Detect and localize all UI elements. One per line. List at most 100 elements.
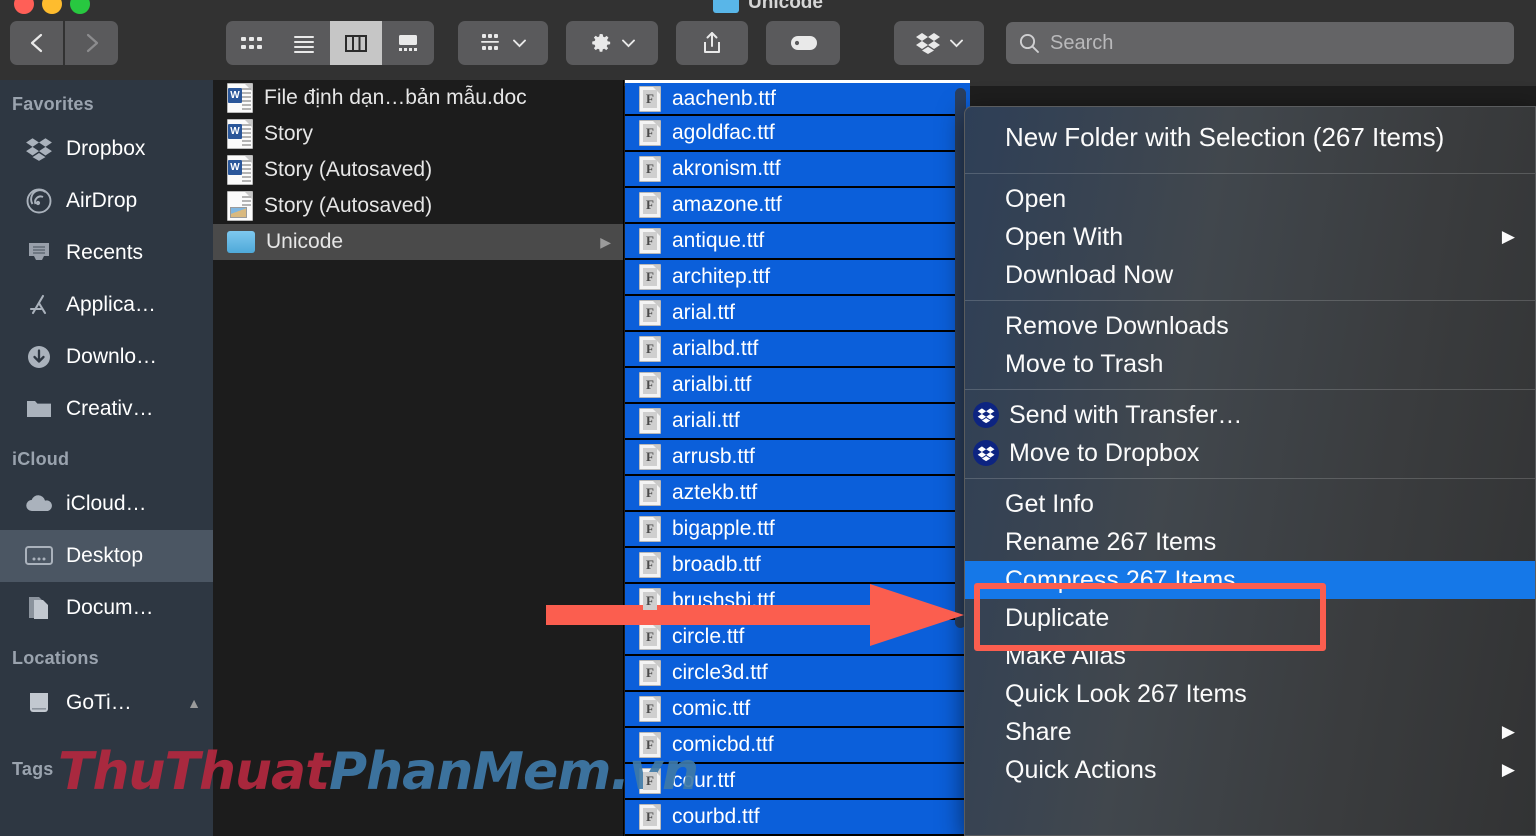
sidebar: Favorites Dropbox AirDrop Recents Applic… [0,80,213,836]
menu-item-move-to-dropbox[interactable]: Move to Dropbox [965,434,1535,472]
list-item[interactable]: Farrusb.ttf [625,440,970,476]
sidebar-item-icloud-drive[interactable]: iCloud… [0,478,213,530]
sidebar-item-dropbox[interactable]: Dropbox [0,123,213,175]
list-item[interactable]: Fbigapple.ttf [625,512,970,548]
folder-icon [713,0,740,13]
list-item[interactable]: Story (Autosaved) [213,188,623,224]
list-item[interactable]: W Story (Autosaved) [213,152,623,188]
watermark-part1: ThuThuat [58,742,330,802]
font-file-icon: F [639,372,661,398]
chevron-down-icon [513,39,526,47]
search-field[interactable]: Search [1006,22,1514,64]
list-item[interactable]: Fantique.ttf [625,224,970,260]
window-titlebar: Unicode Search [0,0,1536,86]
dropbox-icon [916,33,940,54]
submenu-arrow-icon: ▶ [1501,722,1515,741]
menu-item-label: Quick Actions [1005,755,1157,784]
forward-button[interactable] [65,21,118,65]
menu-item-label: Get Info [1005,489,1094,518]
list-item[interactable]: Fagoldfac.ttf [625,116,970,152]
list-item[interactable]: Fcircle3d.ttf [625,656,970,692]
list-icon [294,36,314,53]
font-file-icon: F [639,300,661,326]
sidebar-section-icloud: iCloud [12,449,70,469]
menu-item-get-info[interactable]: Get Info [965,485,1535,523]
font-file-icon: F [639,408,661,434]
list-item[interactable]: Fcourbd.ttf [625,800,970,836]
share-button[interactable] [676,21,748,65]
eject-icon[interactable]: ▲ [187,695,201,711]
font-file-icon: F [639,552,661,578]
list-item[interactable]: Faztekb.ttf [625,476,970,512]
menu-item-send-with-transfer[interactable]: Send with Transfer… [965,396,1535,434]
airdrop-icon [24,186,54,216]
list-item[interactable]: Fcomic.ttf [625,692,970,728]
list-item-unicode-folder[interactable]: Unicode ▶ [213,224,623,260]
list-item[interactable]: Famazone.ttf [625,188,970,224]
file-name: broadb.ttf [672,553,761,576]
list-item[interactable]: W Story [213,116,623,152]
menu-item-open[interactable]: Open [965,180,1535,218]
font-file-icon: F [639,444,661,470]
menu-item-label: New Folder with Selection (267 Items) [1005,121,1445,152]
documents-icon [24,593,54,623]
file-name: bigapple.ttf [672,517,775,540]
menu-item-download-now[interactable]: Download Now [965,256,1535,294]
menu-item-remove-downloads[interactable]: Remove Downloads [965,307,1535,345]
sidebar-item-airdrop[interactable]: AirDrop [0,175,213,227]
font-file-icon: F [639,228,661,254]
list-item[interactable]: Faachenb.ttf [625,80,970,116]
menu-item-share[interactable]: Share ▶ [965,713,1535,751]
back-button[interactable] [10,21,63,65]
font-file-icon: F [639,696,661,722]
file-name: Unicode [266,230,344,253]
menu-item-open-with[interactable]: Open With ▶ [965,218,1535,256]
sidebar-item-label: Desktop [66,544,144,567]
dropbox-icon [973,402,999,428]
file-name: File định dạn…bản mẫu.doc [264,86,527,109]
sidebar-section-locations: Locations [12,648,99,668]
action-menu-button[interactable] [566,21,658,65]
columns-icon [345,35,367,52]
list-item[interactable]: Farial.ttf [625,296,970,332]
desktop-icon [24,541,54,571]
sidebar-item-documents[interactable]: Docum… [0,582,213,634]
file-name: aachenb.ttf [672,86,776,110]
dropbox-button[interactable] [894,21,984,65]
folder-icon [227,231,255,253]
sidebar-item-desktop[interactable]: Desktop [0,530,213,582]
file-name: comic.ttf [672,697,751,720]
dropbox-icon [24,134,54,164]
list-item[interactable]: Farialbd.ttf [625,332,970,368]
list-item[interactable]: Farialbi.ttf [625,368,970,404]
sidebar-item-downloads[interactable]: Downlo… [0,331,213,383]
file-name: Story [264,122,314,145]
menu-item-move-to-trash[interactable]: Move to Trash [965,345,1535,383]
icon-view-button[interactable] [226,21,278,65]
menu-item-rename-items[interactable]: Rename 267 Items [965,523,1535,561]
sidebar-item-creative[interactable]: Creativ… [0,383,213,435]
font-file-icon: F [639,660,661,686]
menu-separator [965,389,1535,390]
file-name: circle3d.ttf [672,661,768,684]
tag-button[interactable] [766,21,840,65]
menu-item-quick-actions[interactable]: Quick Actions ▶ [965,751,1535,789]
menu-item-label: Rename 267 Items [1005,527,1217,556]
sidebar-item-label: Dropbox [66,137,146,160]
list-item[interactable]: Fakronism.ttf [625,152,970,188]
column-view-button[interactable] [330,21,382,65]
gear-icon [592,34,611,52]
file-name: antique.ttf [672,229,765,252]
sidebar-item-recents[interactable]: Recents [0,227,213,279]
sidebar-item-gotiit[interactable]: GoTi… ▲ [0,677,213,729]
list-view-button[interactable] [278,21,330,65]
sidebar-item-applications[interactable]: Applica… [0,279,213,331]
font-file-icon: F [639,804,661,830]
group-by-button[interactable] [458,21,548,65]
menu-item-new-folder-with-selection[interactable]: New Folder with Selection (267 Items) [965,107,1535,167]
list-item[interactable]: W File định dạn…bản mẫu.doc [213,80,623,116]
gallery-view-button[interactable] [382,21,434,65]
menu-item-quick-look-items[interactable]: Quick Look 267 Items [965,675,1535,713]
list-item[interactable]: Fariali.ttf [625,404,970,440]
list-item[interactable]: Farchitep.ttf [625,260,970,296]
